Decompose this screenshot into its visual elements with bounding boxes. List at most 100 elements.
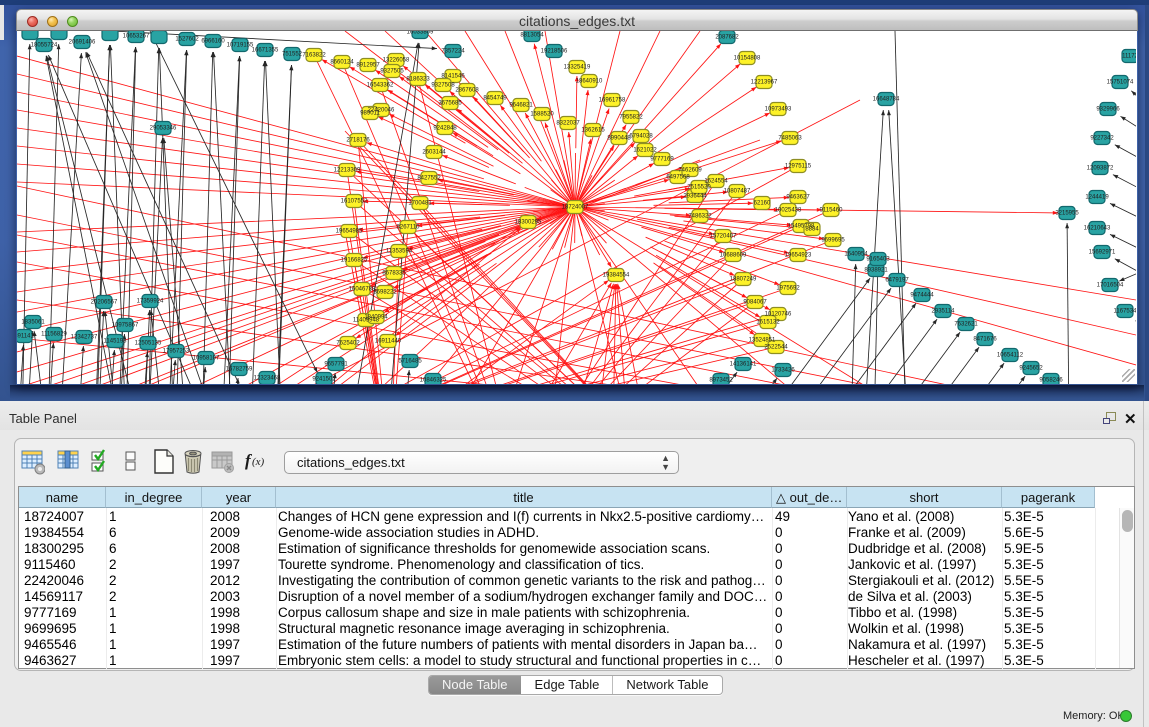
svg-text:10719155: 10719155 xyxy=(227,43,254,49)
svg-text:9241502: 9241502 xyxy=(312,377,336,383)
svg-text:7462609: 7462609 xyxy=(678,168,702,174)
svg-text:10975867: 10975867 xyxy=(112,323,139,329)
svg-text:18640910: 18640910 xyxy=(576,79,603,85)
svg-text:8427552: 8427552 xyxy=(417,176,441,182)
svg-text:7515520: 7515520 xyxy=(687,185,711,191)
svg-text:10154808: 10154808 xyxy=(734,56,761,62)
svg-text:7163822: 7163822 xyxy=(302,53,326,59)
svg-text:6794028: 6794028 xyxy=(629,134,653,140)
svg-text:3215955: 3215955 xyxy=(1055,211,1079,217)
svg-text:8813054: 8813054 xyxy=(520,33,544,39)
svg-text:2867608: 2867608 xyxy=(455,88,479,94)
svg-text:12213967: 12213967 xyxy=(751,80,778,86)
svg-text:15720407: 15720407 xyxy=(710,234,737,240)
svg-text:10846325: 10846325 xyxy=(420,378,447,384)
svg-text:2935114: 2935114 xyxy=(932,309,956,315)
svg-text:5716485: 5716485 xyxy=(398,359,422,365)
svg-text:9646821: 9646821 xyxy=(509,103,533,109)
svg-text:1145193: 1145193 xyxy=(104,339,128,345)
svg-text:11353594: 11353594 xyxy=(386,249,413,255)
svg-text:9084067: 9084067 xyxy=(743,300,767,306)
svg-text:12342737: 12342737 xyxy=(71,335,98,341)
svg-text:8990448: 8990448 xyxy=(607,136,631,142)
svg-text:16648784: 16648784 xyxy=(873,97,900,103)
svg-text:1621022: 1621022 xyxy=(633,148,657,154)
svg-text:19166825: 19166825 xyxy=(341,258,368,264)
svg-text:7357224: 7357224 xyxy=(441,49,465,55)
svg-text:9463627: 9463627 xyxy=(786,195,810,201)
svg-text:8660124: 8660124 xyxy=(330,60,354,66)
svg-text:2936444: 2936444 xyxy=(683,194,707,200)
svg-text:1975692: 1975692 xyxy=(776,286,800,292)
svg-text:7955822: 7955822 xyxy=(619,115,643,121)
svg-text:9115460: 9115460 xyxy=(820,208,844,214)
svg-text:9245652: 9245652 xyxy=(1019,366,1043,372)
svg-text:9699695: 9699695 xyxy=(821,238,845,244)
svg-text:16911440: 16911440 xyxy=(375,339,402,345)
svg-text:17359924: 17359924 xyxy=(137,299,164,305)
svg-text:9242848: 9242848 xyxy=(433,126,457,132)
svg-text:751552: 751552 xyxy=(282,52,303,58)
svg-text:16671355: 16671355 xyxy=(252,48,279,54)
svg-text:19654985: 19654985 xyxy=(336,229,363,235)
svg-text:7625402: 7625402 xyxy=(336,341,360,347)
svg-text:16107552: 16107552 xyxy=(341,199,368,205)
svg-text:17016504: 17016504 xyxy=(1097,283,1124,289)
svg-text:16543362: 16543362 xyxy=(367,83,394,89)
svg-text:12323468: 12323468 xyxy=(254,376,281,382)
svg-text:7486322: 7486322 xyxy=(688,214,712,220)
svg-text:18300295: 18300295 xyxy=(515,220,542,226)
svg-text:20206567: 20206567 xyxy=(91,300,118,306)
svg-text:1840994: 1840994 xyxy=(364,315,388,321)
svg-text:9327508: 9327508 xyxy=(431,83,455,89)
svg-text:18055724: 18055724 xyxy=(31,43,58,49)
svg-text:391141: 391141 xyxy=(17,334,34,340)
svg-text:14136141: 14136141 xyxy=(730,362,757,368)
svg-text:2718176: 2718176 xyxy=(346,138,370,144)
svg-text:1167534: 1167534 xyxy=(1114,309,1136,315)
svg-text:19654923: 19654923 xyxy=(785,253,812,259)
svg-text:18724007: 18724007 xyxy=(562,205,589,211)
svg-text:2603144: 2603144 xyxy=(422,150,446,156)
svg-text:16210643: 16210643 xyxy=(1084,226,1111,232)
svg-text:1527602: 1527602 xyxy=(175,37,199,43)
svg-text:1588520: 1588520 xyxy=(530,112,554,118)
svg-text:8938921: 8938921 xyxy=(864,268,888,274)
svg-text:9329966: 9329966 xyxy=(1096,107,1120,113)
svg-text:16782759: 16782759 xyxy=(226,367,253,373)
svg-text:2087682: 2087682 xyxy=(715,35,739,41)
svg-text:1640954: 1640954 xyxy=(844,252,868,258)
svg-text:8141546: 8141546 xyxy=(441,74,465,80)
svg-text:10688609: 10688609 xyxy=(720,253,747,259)
svg-text:8454749: 8454749 xyxy=(483,96,507,102)
svg-text:1624554: 1624554 xyxy=(704,179,728,185)
svg-text:8912957: 8912957 xyxy=(356,63,380,69)
svg-text:1835061: 1835061 xyxy=(21,320,45,326)
svg-text:11172: 11172 xyxy=(1122,54,1136,60)
svg-text:16961758: 16961758 xyxy=(599,98,626,104)
svg-text:10958107: 10958107 xyxy=(193,356,220,362)
svg-text:16046788: 16046788 xyxy=(349,287,376,293)
svg-text:13524851: 13524851 xyxy=(749,338,776,344)
svg-text:6479197: 6479197 xyxy=(885,278,909,284)
svg-text:8267110: 8267110 xyxy=(397,225,421,231)
svg-text:8884: 8884 xyxy=(805,227,819,233)
svg-text:16033809: 16033809 xyxy=(407,31,434,36)
svg-text:8322037: 8322037 xyxy=(556,121,580,127)
svg-text:9165403: 9165403 xyxy=(866,257,890,263)
svg-text:1615132: 1615132 xyxy=(756,320,780,326)
svg-text:12975115: 12975115 xyxy=(785,164,812,170)
svg-text:10973493: 10973493 xyxy=(765,107,792,113)
svg-text:8973452: 8973452 xyxy=(709,378,733,384)
svg-text:19384554: 19384554 xyxy=(603,273,630,279)
svg-text:10807487: 10807487 xyxy=(724,189,751,195)
svg-text:2522544: 2522544 xyxy=(764,345,788,351)
svg-text:12213309: 12213309 xyxy=(334,168,361,174)
svg-text:7632621: 7632621 xyxy=(954,322,978,328)
svg-text:19218506: 19218506 xyxy=(541,49,568,55)
svg-text:1244419: 1244419 xyxy=(1085,195,1109,201)
svg-text:11156829: 11156829 xyxy=(41,332,67,338)
svg-text:7485063: 7485063 xyxy=(778,136,802,142)
svg-text:10025438: 10025438 xyxy=(775,208,802,214)
svg-text:9327505: 9327505 xyxy=(380,69,404,75)
